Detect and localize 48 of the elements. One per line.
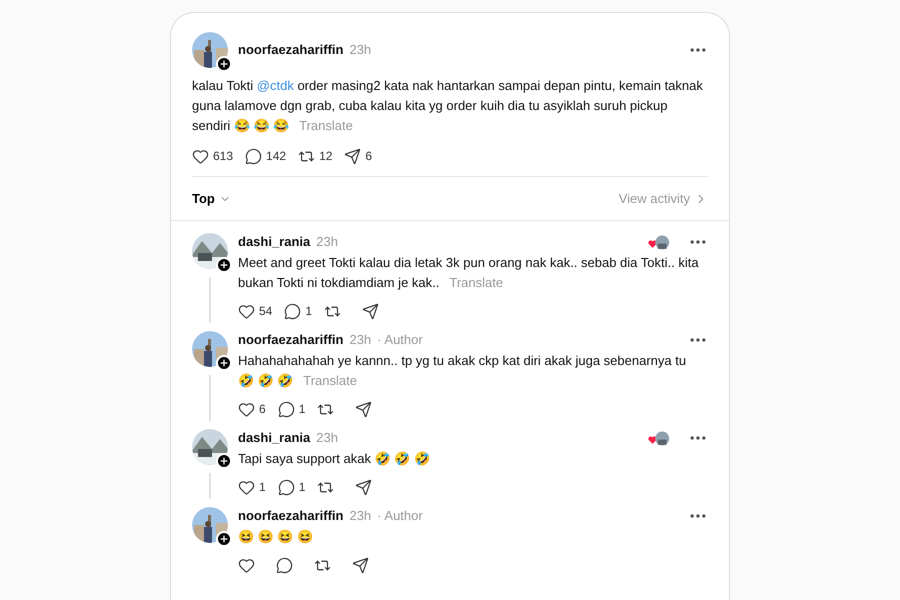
sort-dropdown[interactable]: Top: [192, 188, 231, 208]
username[interactable]: noorfaezahariffin: [238, 506, 344, 526]
reply-button[interactable]: 142: [245, 144, 286, 168]
reply-button[interactable]: 1: [278, 397, 306, 421]
follow-badge-icon[interactable]: [216, 453, 232, 469]
speech-bubble-icon: [278, 400, 295, 418]
comment-time: 23h: [316, 233, 338, 252]
like-button[interactable]: 1: [238, 475, 266, 499]
send-icon: [355, 400, 372, 418]
send-icon: [344, 148, 362, 164]
username[interactable]: noorfaezahariffin: [238, 40, 344, 60]
speech-bubble-icon: [278, 478, 295, 496]
comment-text: Tapi saya support akak 🤣 🤣 🤣: [238, 450, 431, 468]
like-button[interactable]: 6: [238, 397, 266, 421]
like-button[interactable]: 54: [238, 299, 272, 323]
comment-time: 23h: [349, 507, 372, 526]
repost-button[interactable]: 12: [298, 144, 332, 168]
follow-badge-icon[interactable]: [216, 531, 232, 547]
reply-button[interactable]: 1: [278, 475, 306, 499]
comment-time: 23h: [316, 429, 338, 448]
like-button[interactable]: 613: [192, 144, 234, 168]
share-button[interactable]: 6: [344, 144, 372, 168]
username[interactable]: noorfaezahariffin: [238, 330, 344, 350]
post-time: 23h: [349, 41, 372, 60]
username[interactable]: dashi_rania: [238, 232, 310, 252]
post-text: kalau Tokti @ctdk order masing2 kata nak hantarkan sampai depan pintu, kemain taknak guna lalamove dgn grab, cuba kalau kita yg order kuih dia tu asyiklah suruh pickup sendiri 😂 😂 😂 Translate: [192, 77, 704, 135]
heart-icon: [192, 148, 209, 164]
heart-icon: [238, 556, 255, 574]
send-icon: [352, 556, 369, 574]
username[interactable]: dashi_rania: [238, 428, 310, 448]
follow-badge-icon[interactable]: [216, 257, 232, 273]
speech-bubble-icon: [276, 556, 293, 574]
comment-time: 23h: [349, 331, 372, 350]
heart-icon: [238, 400, 255, 418]
comment-text: Hahahahahahah ye kannn.. tp yg tu akak ckp kat diri akak juga sebenarnya tu 🤣 🤣 🤣 Translate: [238, 352, 688, 390]
follow-badge-icon[interactable]: [216, 355, 232, 371]
reply-button[interactable]: 1: [284, 299, 312, 323]
comment-text: Meet and greet Tokti kalau dia letak 3k pun orang nak kak.. sebab dia Tokti.. kita bukan Tokti ni tokdiamdiam je kak.. Translate: [238, 254, 700, 292]
heart-icon: [238, 478, 255, 496]
speech-bubble-icon: [245, 148, 262, 164]
author-tag: · Author: [377, 506, 423, 526]
send-icon: [355, 478, 372, 496]
follow-badge-icon[interactable]: [216, 56, 232, 72]
comment-text: 😆 😆 😆 😆: [238, 528, 314, 546]
send-icon: [362, 302, 380, 320]
speech-bubble-icon: [284, 302, 302, 320]
author-tag: · Author: [377, 330, 423, 350]
heart-icon: [238, 302, 255, 320]
